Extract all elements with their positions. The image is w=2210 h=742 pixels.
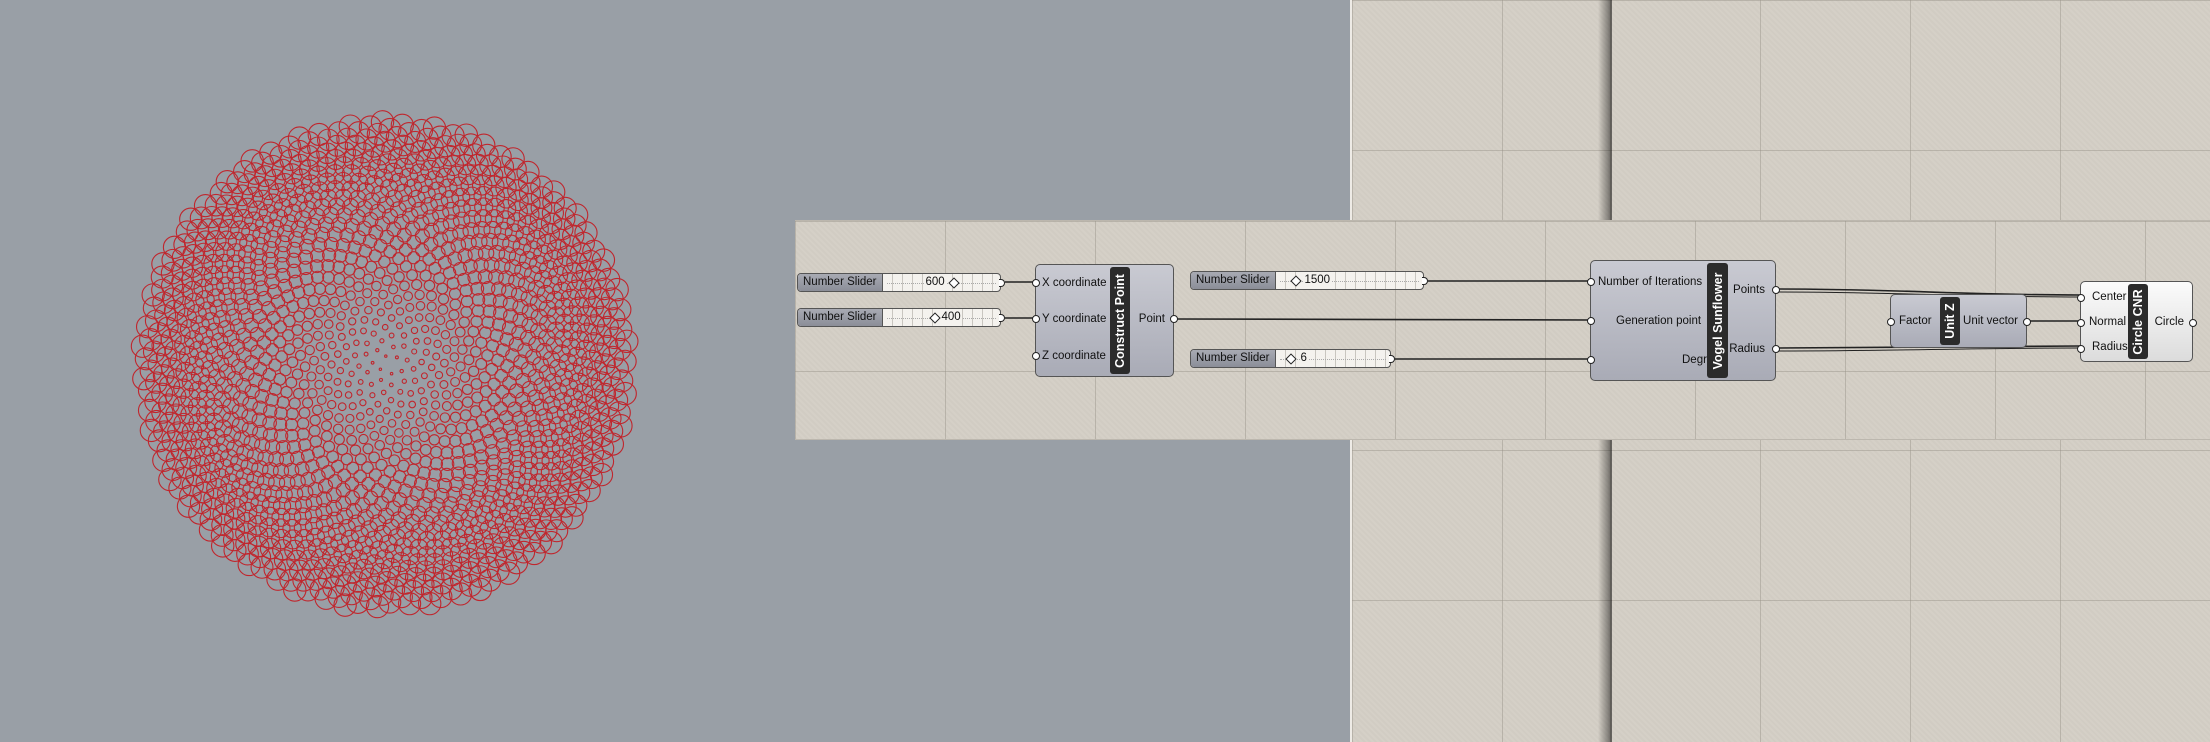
slider-grip[interactable]	[1284, 353, 1297, 365]
output-grip[interactable]	[1772, 286, 1780, 294]
input-factor: Factor	[1899, 315, 1932, 327]
component-title: Vogel Sunflower	[1710, 272, 1725, 369]
output-circle: Circle	[2154, 316, 2184, 328]
output-points: Points	[1733, 284, 1765, 296]
input-y-coordinate: Y coordinate	[1042, 313, 1107, 325]
slider-grip[interactable]	[1289, 275, 1302, 287]
unit-z-component[interactable]: Factor Unit Z Unit vector	[1887, 294, 2031, 348]
component-title-bar[interactable]: Unit Z	[1940, 297, 1960, 345]
input-grip[interactable]	[1032, 315, 1040, 323]
slider-value: 600	[924, 274, 946, 291]
input-grip[interactable]	[1587, 278, 1595, 286]
input-generation-point: Generation point	[1616, 315, 1702, 327]
construct-point-component[interactable]: X coordinate Y coordinate Z coordinate C…	[1032, 264, 1178, 377]
output-grip[interactable]	[2189, 319, 2197, 327]
vogel-sunflower-component[interactable]: Number of Iterations Generation point De…	[1587, 260, 1780, 381]
slider-x[interactable]: Number Slider 600	[797, 273, 1005, 292]
slider-track[interactable]: 1500	[1275, 272, 1423, 289]
component-title-bar[interactable]: Circle CNR	[2128, 284, 2148, 359]
input-radius: Radius	[2092, 341, 2128, 353]
slider-label: Number Slider	[798, 274, 883, 291]
input-center: Center	[2092, 291, 2127, 303]
input-grip[interactable]	[1032, 279, 1040, 287]
input-x-coordinate: X coordinate	[1042, 277, 1107, 289]
slider-iterations[interactable]: Number Slider 1500	[1190, 271, 1428, 290]
input-normal: Normal	[2089, 316, 2127, 328]
component-title-bar[interactable]: Vogel Sunflower	[1707, 263, 1728, 378]
slider-label: Number Slider	[1191, 350, 1276, 367]
circle-cnr-component[interactable]: Center Normal Radius Circle CNR Circle	[2077, 281, 2197, 362]
input-grip[interactable]	[1887, 318, 1895, 326]
output-grip[interactable]	[1170, 315, 1178, 323]
slider-grip[interactable]	[928, 312, 941, 324]
slider-grip[interactable]	[947, 277, 960, 289]
slider-value: 6	[1299, 350, 1308, 367]
input-z-coordinate: Z coordinate	[1042, 350, 1106, 362]
slider-degree[interactable]: Number Slider 6	[1190, 349, 1395, 368]
output-grip[interactable]	[2023, 318, 2031, 326]
component-title: Unit Z	[1943, 303, 1957, 339]
output-point: Point	[1138, 313, 1165, 325]
slider-track[interactable]: 600	[882, 274, 1000, 291]
input-grip[interactable]	[1587, 356, 1595, 364]
input-grip[interactable]	[1587, 317, 1595, 325]
slider-track[interactable]: 400	[882, 309, 1000, 326]
input-grip[interactable]	[2077, 294, 2085, 302]
input-grip[interactable]	[2077, 345, 2085, 353]
slider-y[interactable]: Number Slider 400	[797, 308, 1005, 327]
component-title: Circle CNR	[2131, 288, 2145, 355]
slider-track[interactable]: 6	[1275, 350, 1390, 367]
output-radius: Radius	[1729, 343, 1765, 355]
output-unit-vector: Unit vector	[1963, 315, 2018, 327]
component-title-bar[interactable]: Construct Point	[1110, 267, 1130, 374]
slider-label: Number Slider	[798, 309, 883, 326]
output-grip[interactable]	[1772, 345, 1780, 353]
slider-value: 1500	[1303, 272, 1332, 289]
slider-label: Number Slider	[1191, 272, 1276, 289]
input-number-of-iterations: Number of Iterations	[1598, 276, 1703, 288]
input-grip[interactable]	[1032, 352, 1040, 360]
component-title: Construct Point	[1113, 273, 1127, 368]
slider-value: 400	[940, 309, 962, 326]
input-grip[interactable]	[2077, 319, 2085, 327]
